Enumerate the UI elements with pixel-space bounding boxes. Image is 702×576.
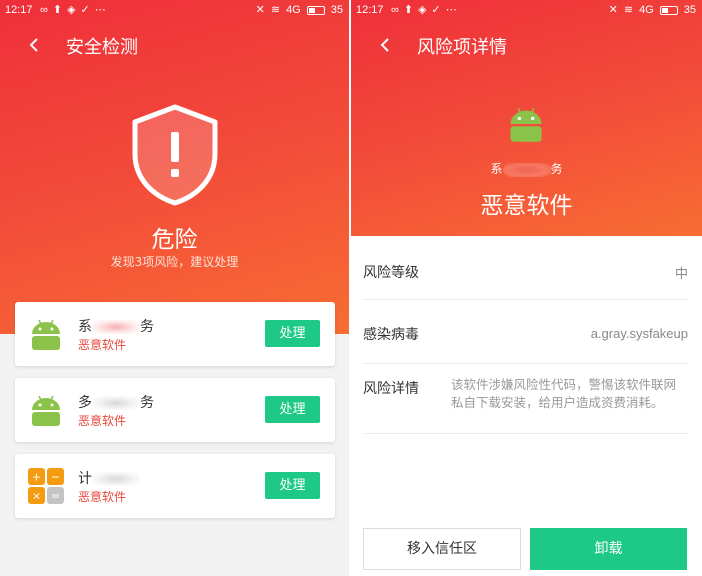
app-name: 系务 bbox=[78, 319, 154, 335]
battery-icon bbox=[659, 5, 678, 15]
app-bar: 安全检测 bbox=[0, 30, 349, 60]
handle-button[interactable]: 处理 bbox=[265, 320, 320, 347]
more-dots-icon: ⋯ bbox=[445, 4, 457, 16]
status-bar: 12:17 ∞ ⬆ ◈ ✓ ⋯ ✕ ≋ 4G 35 bbox=[0, 0, 349, 22]
upload-icon: ⬆ bbox=[403, 4, 414, 16]
battery-icon bbox=[306, 5, 325, 15]
redacted-text bbox=[92, 320, 140, 334]
uninstall-button[interactable]: 卸载 bbox=[530, 528, 687, 570]
page-title: 风险项详情 bbox=[417, 37, 507, 58]
shield-notify-icon: ◈ bbox=[67, 4, 76, 16]
risk-details-label: 风险详情 bbox=[363, 381, 419, 397]
mute-icon: ✕ bbox=[608, 4, 618, 16]
risk-type: 恶意软件 bbox=[480, 193, 573, 219]
risk-summary: 发现3项风险，建议处理 bbox=[110, 255, 239, 269]
redacted-text bbox=[92, 396, 140, 410]
redacted-text bbox=[92, 472, 140, 486]
shield-warning-icon bbox=[132, 104, 218, 206]
upload-icon: ⬆ bbox=[52, 4, 63, 16]
check-circle-icon: ✓ bbox=[80, 4, 90, 16]
android-icon bbox=[510, 108, 542, 142]
battery-level: 35 bbox=[330, 4, 343, 16]
infinity-icon: ∞ bbox=[391, 4, 399, 16]
risk-tag: 恶意软件 bbox=[78, 338, 127, 352]
calculator-icon: + − × = bbox=[28, 468, 64, 504]
app-bar: 风险项详情 bbox=[351, 30, 702, 60]
status-bar: 12:17 ∞ ⬆ ◈ ✓ ⋯ ✕ ≋ 4G 35 bbox=[351, 0, 702, 22]
risk-level-label: 风险等级 bbox=[363, 265, 419, 281]
risk-item-card[interactable]: 系务 恶意软件 处理 bbox=[15, 302, 335, 366]
wifi-icon: ≋ bbox=[623, 4, 634, 16]
handle-button[interactable]: 处理 bbox=[265, 396, 320, 423]
move-to-trust-button[interactable]: 移入信任区 bbox=[363, 528, 521, 570]
svg-text:×: × bbox=[32, 490, 41, 503]
wifi-icon: ≋ bbox=[270, 4, 281, 16]
cell-signal-icon: 4G bbox=[639, 4, 654, 16]
back-arrow-icon[interactable] bbox=[24, 34, 46, 56]
status-time: 12:17 bbox=[5, 4, 33, 16]
more-dots-icon: ⋯ bbox=[94, 4, 106, 16]
risk-tag: 恶意软件 bbox=[78, 414, 127, 428]
shield-notify-icon: ◈ bbox=[418, 4, 427, 16]
app-name: 计 bbox=[78, 468, 140, 488]
security-scan-screen: 12:17 ∞ ⬆ ◈ ✓ ⋯ ✕ ≋ 4G 35 安全检测 危险 发现3项风险… bbox=[0, 0, 349, 576]
risk-item-card[interactable]: 多务 恶意软件 处理 bbox=[15, 378, 335, 442]
risk-level-row: 风险等级 中 bbox=[363, 238, 688, 300]
risk-level-value: 中 bbox=[674, 266, 688, 281]
page-title: 安全检测 bbox=[66, 37, 138, 58]
handle-button[interactable]: 处理 bbox=[265, 472, 320, 499]
android-icon bbox=[32, 395, 60, 426]
check-circle-icon: ✓ bbox=[431, 4, 441, 16]
risk-item-card[interactable]: + − × = 计 恶意软件 处理 bbox=[15, 454, 335, 518]
risk-details-row: 风险详情 该软件涉嫌风险性代码，警惕该软件联网私自下载安装，给用户造成资费消耗。 bbox=[363, 364, 688, 434]
mute-icon: ✕ bbox=[255, 4, 265, 16]
status-time: 12:17 bbox=[356, 4, 384, 16]
svg-text:−: − bbox=[51, 471, 60, 484]
risk-detail-screen: 12:17 ∞ ⬆ ◈ ✓ ⋯ ✕ ≋ 4G 35 风险项详情 系务 恶意软件 bbox=[351, 0, 702, 576]
detail-app-name: 系务 bbox=[490, 162, 563, 177]
cell-signal-icon: 4G bbox=[286, 4, 301, 16]
redacted-text bbox=[502, 162, 551, 177]
risk-details-value: 该软件涉嫌风险性代码，警惕该软件联网私自下载安装，给用户造成资费消耗。 bbox=[451, 377, 677, 410]
svg-text:=: = bbox=[51, 490, 60, 503]
infinity-icon: ∞ bbox=[40, 4, 48, 16]
virus-label: 感染病毒 bbox=[363, 327, 419, 343]
svg-text:+: + bbox=[32, 471, 41, 484]
risk-status: 危险 bbox=[151, 227, 198, 253]
android-icon bbox=[32, 319, 60, 350]
virus-row: 感染病毒 a.gray.sysfakeup bbox=[363, 300, 688, 364]
virus-value: a.gray.sysfakeup bbox=[590, 326, 688, 341]
app-name: 多务 bbox=[78, 395, 154, 411]
battery-level: 35 bbox=[683, 4, 696, 16]
back-arrow-icon[interactable] bbox=[375, 34, 397, 56]
risk-tag: 恶意软件 bbox=[78, 490, 127, 504]
